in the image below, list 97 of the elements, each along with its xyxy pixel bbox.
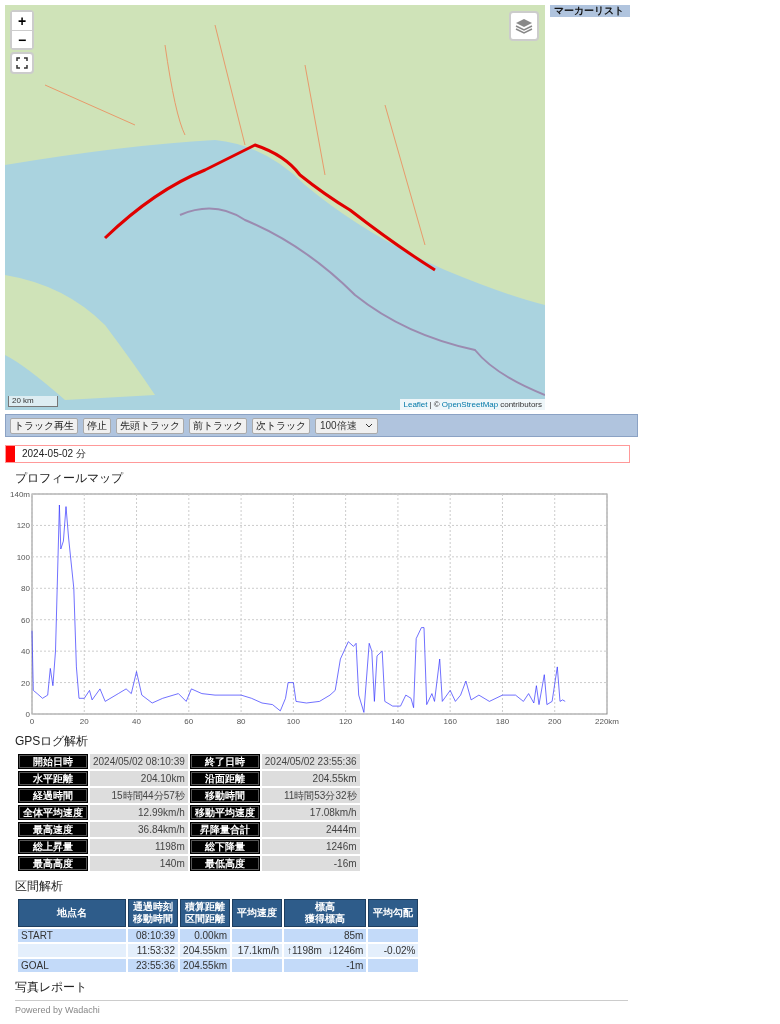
stat-value: -16m xyxy=(261,856,360,871)
attribution-separator: | © xyxy=(429,400,440,409)
layers-button[interactable] xyxy=(509,11,539,41)
column-header: 積算距離 xyxy=(185,901,225,913)
column-header: 地点名 xyxy=(56,907,88,919)
table-cell: 08:10:39 xyxy=(136,930,175,941)
stat-label: 移動平均速度 xyxy=(189,805,260,820)
x-tick-label: 100 xyxy=(286,717,301,726)
table-cell: 23:55:36 xyxy=(136,960,175,971)
fullscreen-button[interactable] xyxy=(10,52,34,74)
table-cell: START xyxy=(21,930,53,941)
stat-label: 昇降量合計 xyxy=(189,822,260,837)
footer-text: Powered by Wadachi xyxy=(15,1005,101,1015)
stat-label: 最高高度 xyxy=(18,856,88,871)
stat-label: 全体平均速度 xyxy=(18,805,88,820)
caret-icon xyxy=(364,423,373,428)
leaflet-link[interactable]: Leaflet xyxy=(403,400,428,409)
table-cell: GOAL xyxy=(21,960,49,971)
day-title: 2024-05-02 分 xyxy=(22,447,86,461)
y-tick-label: 60 xyxy=(21,615,30,625)
table-cell: ↑1198m xyxy=(287,944,322,957)
table-cell: 204.55km xyxy=(183,960,227,971)
y-tick-label: 0 xyxy=(25,710,30,719)
section-title: 区間解析 xyxy=(15,879,64,893)
stat-value: 36.84km/h xyxy=(90,822,188,837)
stat-label: 水平距離 xyxy=(18,771,88,786)
y-tick-label: 80 xyxy=(21,584,30,594)
stat-value: 2024/05/02 23:55:36 xyxy=(261,754,360,769)
stat-label: 移動時間 xyxy=(189,788,260,803)
x-tick-label: 220km xyxy=(595,717,619,726)
stat-value: 2444m xyxy=(261,822,360,837)
y-tick-label: 100 xyxy=(16,552,30,562)
stat-value: 204.55km xyxy=(261,771,360,786)
column-header: 獲得標高 xyxy=(304,913,347,925)
x-tick-label: 200 xyxy=(548,717,562,726)
table-cell: ↓1246m xyxy=(327,944,364,957)
section-title: プロフィールマップ xyxy=(15,471,125,485)
stat-label: 経過時間 xyxy=(18,788,88,803)
x-tick-label: 0 xyxy=(29,717,35,726)
x-tick-label: 160 xyxy=(443,717,457,726)
stat-value: 17.08km/h xyxy=(261,805,360,820)
x-tick-label: 20 xyxy=(79,717,89,726)
x-tick-label: 80 xyxy=(236,717,246,726)
day-marker xyxy=(6,446,15,462)
column-header: 平均勾配 xyxy=(373,907,414,919)
stat-value: 1198m xyxy=(90,839,188,854)
column-header: 通過時刻 xyxy=(133,901,173,913)
y-tick-label: 140m xyxy=(10,490,30,499)
map-scale: 20 km xyxy=(8,396,58,407)
track-control-button[interactable]: 前トラック xyxy=(189,417,247,434)
zoom-out-button[interactable]: − xyxy=(12,30,32,48)
stat-value: 140m xyxy=(90,856,188,871)
x-tick-label: 140 xyxy=(391,717,405,726)
stat-label: 最高速度 xyxy=(18,822,88,837)
x-tick-label: 180 xyxy=(495,717,510,726)
table-cell: 85m xyxy=(343,930,364,941)
section-title: GPSログ解析 xyxy=(15,734,90,748)
stat-value: 2024/05/02 08:10:39 xyxy=(90,754,188,769)
y-tick-label: 120 xyxy=(16,521,30,531)
track-control-button[interactable]: 先頭トラック xyxy=(116,417,184,434)
track-control-button[interactable]: トラック再生 xyxy=(10,417,78,434)
table-cell: -0.02% xyxy=(383,945,416,956)
marker-list-header: マーカーリスト xyxy=(550,5,630,17)
stat-value: 204.10km xyxy=(90,771,188,786)
table-cell: 0.00km xyxy=(194,930,227,941)
fullscreen-icon xyxy=(16,57,28,69)
stat-value: 12.99km/h xyxy=(90,805,188,820)
table-cell: 11:53:32 xyxy=(136,945,175,956)
layers-icon xyxy=(515,17,533,35)
table-cell: -1m xyxy=(346,960,364,971)
stat-label: 沿面距離 xyxy=(189,771,260,786)
column-header: 移動時間 xyxy=(133,913,173,925)
x-tick-label: 120 xyxy=(338,717,353,726)
column-header: 標高 xyxy=(314,901,337,913)
stat-value: 11時間53分32秒 xyxy=(261,788,360,803)
speed-select[interactable]: 100倍速 xyxy=(315,417,378,434)
track-control-button[interactable]: 次トラック xyxy=(252,417,310,434)
stat-value: 1246m xyxy=(261,839,360,854)
table-cell: 17.1km/h xyxy=(237,945,279,956)
stat-label: 終了日時 xyxy=(189,754,260,769)
y-tick-label: 40 xyxy=(21,647,30,657)
section-title: 写真レポート xyxy=(15,980,88,994)
column-header: 区間距離 xyxy=(185,913,225,925)
stat-value: 15時間44分57秒 xyxy=(90,788,188,803)
table-cell: 204.55km xyxy=(183,945,227,956)
column-header: 平均速度 xyxy=(237,907,277,919)
map[interactable]: + − 20 km Leaflet | © OpenStreetMap contributors xyxy=(5,5,545,410)
stat-label: 総下降量 xyxy=(189,839,260,854)
stat-label: 開始日時 xyxy=(18,754,88,769)
attribution-text: contributors xyxy=(500,400,542,409)
track-control-button[interactable]: 停止 xyxy=(83,417,111,434)
openstreetmap-link[interactable]: OpenStreetMap xyxy=(441,400,499,409)
x-tick-label: 60 xyxy=(184,717,194,726)
stat-label: 最低高度 xyxy=(189,856,260,871)
y-tick-label: 20 xyxy=(21,678,30,688)
x-tick-label: 40 xyxy=(132,717,141,726)
stat-label: 総上昇量 xyxy=(18,839,88,854)
